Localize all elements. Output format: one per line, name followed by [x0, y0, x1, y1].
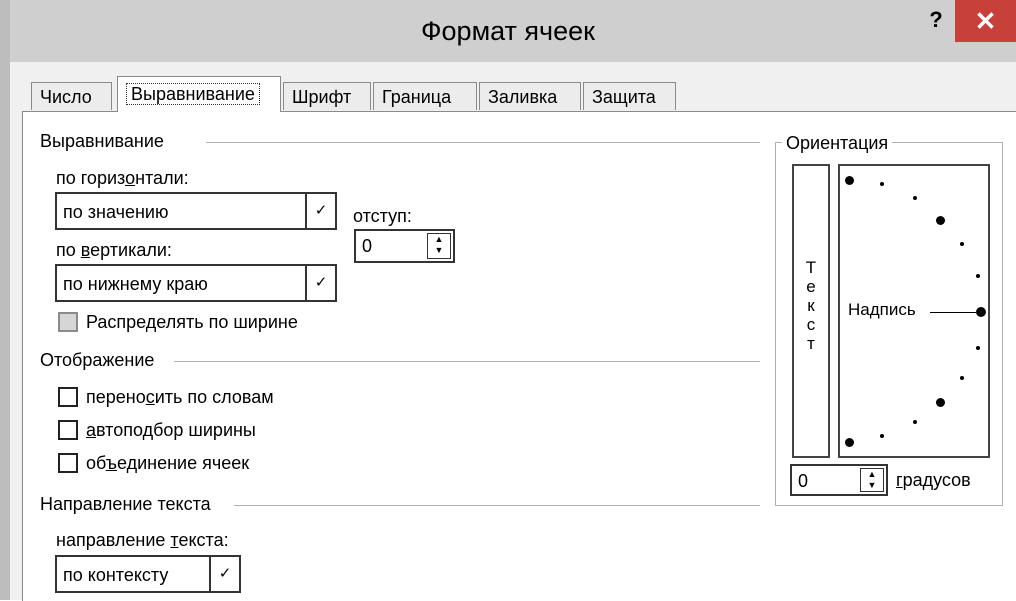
- alignment-separator: [206, 142, 760, 143]
- tab-fill-label: Заливка: [488, 87, 558, 107]
- tab-font-label: Шрифт: [292, 87, 352, 107]
- vertical-text-sample: Т е к с т: [805, 258, 817, 353]
- tab-alignment[interactable]: Выравнивание: [117, 76, 281, 112]
- vertical-label: по вертикали:: [56, 240, 172, 260]
- distributed-label: Распределять по ширине: [86, 312, 298, 332]
- orientation-dial[interactable]: Надпись: [838, 164, 990, 458]
- tab-alignment-label: Выравнивание: [126, 83, 260, 105]
- dial-tick: [880, 434, 884, 438]
- help-icon[interactable]: ?: [918, 4, 954, 36]
- dial-sample-text: Надпись: [848, 300, 916, 319]
- chevron-down-icon[interactable]: ✓: [305, 266, 335, 300]
- tab-number[interactable]: Число: [31, 82, 112, 110]
- wrap-text-checkbox[interactable]: [58, 387, 78, 407]
- vertical-dropdown[interactable]: по нижнему краю ✓: [55, 264, 337, 302]
- indent-label: отступ:: [353, 206, 412, 226]
- merge-cells-label: объединение ячеек: [86, 453, 250, 473]
- horizontal-value: по значению: [63, 202, 169, 222]
- vertical-value: по нижнему краю: [63, 274, 208, 294]
- spinner-arrows-icon[interactable]: ▲ ▼: [860, 468, 884, 492]
- dial-marker-bottom[interactable]: [845, 438, 854, 447]
- chevron-down-icon[interactable]: ✓: [305, 194, 335, 228]
- dial-tick: [960, 376, 964, 380]
- text-direction-dropdown[interactable]: по контексту ✓: [55, 555, 241, 593]
- display-separator: [174, 361, 760, 362]
- horizontal-label: по горизонтали:: [56, 168, 189, 188]
- text-direction-label: направление текста:: [56, 530, 229, 550]
- alignment-section-label: Выравнивание: [40, 131, 164, 151]
- spinner-arrows-icon[interactable]: ▲ ▼: [427, 233, 451, 259]
- dial-tick: [913, 196, 917, 200]
- degrees-label: градусов: [896, 470, 971, 490]
- orientation-section-label: Ориентация: [782, 133, 893, 154]
- window-left-edge: [0, 0, 10, 600]
- dial-tick: [960, 242, 964, 246]
- close-icon[interactable]: ✕: [955, 0, 1016, 42]
- display-section-label: Отображение: [40, 350, 155, 370]
- direction-separator: [234, 505, 760, 506]
- merge-cells-checkbox[interactable]: [58, 453, 78, 473]
- degrees-spinner[interactable]: 0 ▲ ▼: [790, 464, 888, 496]
- shrink-to-fit-label: автоподбор ширины: [86, 420, 256, 440]
- dial-pointer-line: [930, 312, 976, 313]
- shrink-to-fit-checkbox[interactable]: [58, 420, 78, 440]
- tab-protection[interactable]: Защита: [583, 82, 676, 110]
- text-direction-value: по контексту: [63, 565, 169, 585]
- distributed-checkbox[interactable]: [58, 312, 78, 332]
- horizontal-dropdown[interactable]: по значению ✓: [55, 192, 337, 230]
- tab-font[interactable]: Шрифт: [283, 82, 371, 110]
- window-title: Формат ячеек: [421, 16, 595, 46]
- dial-marker[interactable]: [936, 398, 945, 407]
- tab-border-label: Граница: [382, 87, 452, 107]
- dial-tick: [880, 182, 884, 186]
- tab-border[interactable]: Граница: [373, 82, 477, 110]
- indent-spinner[interactable]: 0 ▲ ▼: [354, 229, 455, 263]
- dial-tick: [976, 346, 980, 350]
- indent-value: 0: [362, 236, 373, 256]
- tab-protection-label: Защита: [592, 87, 656, 107]
- dial-marker[interactable]: [936, 216, 945, 225]
- chevron-down-icon[interactable]: ✓: [209, 557, 239, 591]
- tab-fill[interactable]: Заливка: [479, 82, 581, 110]
- tab-number-label: Число: [40, 87, 92, 107]
- dial-tick: [913, 420, 917, 424]
- wrap-text-label: переносить по словам: [86, 387, 274, 407]
- vertical-text-button[interactable]: Т е к с т: [792, 164, 830, 458]
- direction-section-label: Направление текста: [40, 494, 211, 514]
- dial-tick: [976, 274, 980, 278]
- dial-marker-top[interactable]: [845, 176, 854, 185]
- degrees-value: 0: [798, 471, 809, 491]
- dial-marker-current[interactable]: [976, 307, 986, 317]
